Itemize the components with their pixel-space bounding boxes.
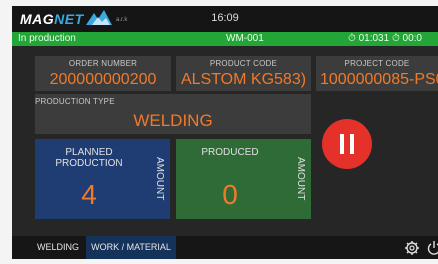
clock: 16:09 — [211, 12, 239, 24]
app-screen: MAGNET a.r.k 16:09 In production WM-001 … — [12, 6, 438, 259]
power-icon[interactable] — [427, 240, 438, 256]
tab-welding[interactable]: WELDING — [34, 236, 82, 259]
produced-tile[interactable]: PRODUCED 0 AMOUNT — [176, 139, 311, 219]
machine-id: WM-001 — [226, 33, 264, 44]
project-code-tile[interactable]: PROJECT CODE 1000000085-PS0 — [316, 56, 438, 91]
produced-amount-unit: AMOUNT — [295, 157, 306, 201]
device-bezel-bottom — [0, 259, 438, 264]
gear-icon[interactable] — [404, 240, 420, 256]
planned-production-tile[interactable]: PLANNED PRODUCTION 4 AMOUNT — [35, 139, 170, 219]
production-state: In production — [18, 33, 76, 44]
top-bar: MAGNET a.r.k 16:09 — [12, 6, 438, 32]
product-code-value: ALSTOM KG583) — [180, 71, 307, 88]
product-code-tile[interactable]: PRODUCT CODE ALSTOM KG583) — [176, 56, 311, 91]
timers: ⏱ 01:031 ⏱ 00:0 — [348, 33, 422, 44]
pause-button[interactable] — [322, 119, 372, 169]
project-code-value: 1000000085-PS0 — [320, 71, 438, 88]
order-number-tile[interactable]: ORDER NUMBER 200000000200 — [35, 56, 171, 91]
project-code-label: PROJECT CODE — [344, 59, 410, 68]
order-number-value: 200000000200 — [49, 71, 157, 88]
bottom-bar: WELDING WORK / MATERIAL — [12, 236, 438, 259]
tab-work-material[interactable]: WORK / MATERIAL — [86, 236, 176, 259]
pause-icon-bar — [350, 134, 354, 154]
produced-label: PRODUCED — [201, 147, 259, 158]
planned-production-label: PLANNED PRODUCTION — [55, 147, 123, 169]
planned-amount-unit: AMOUNT — [154, 157, 165, 201]
production-type-value: WELDING — [133, 111, 213, 130]
device-bezel-left — [0, 0, 12, 264]
production-type-tile[interactable]: PRODUCTION TYPE WELDING — [35, 94, 311, 134]
production-type-label: PRODUCTION TYPE — [35, 97, 115, 106]
order-number-label: ORDER NUMBER — [68, 59, 138, 68]
planned-production-value: 4 — [81, 179, 97, 210]
pause-icon — [340, 134, 344, 154]
product-code-label: PRODUCT CODE — [209, 59, 278, 68]
status-bar: In production WM-001 ⏱ 01:031 ⏱ 00:0 — [12, 32, 438, 46]
produced-value: 0 — [222, 179, 238, 210]
